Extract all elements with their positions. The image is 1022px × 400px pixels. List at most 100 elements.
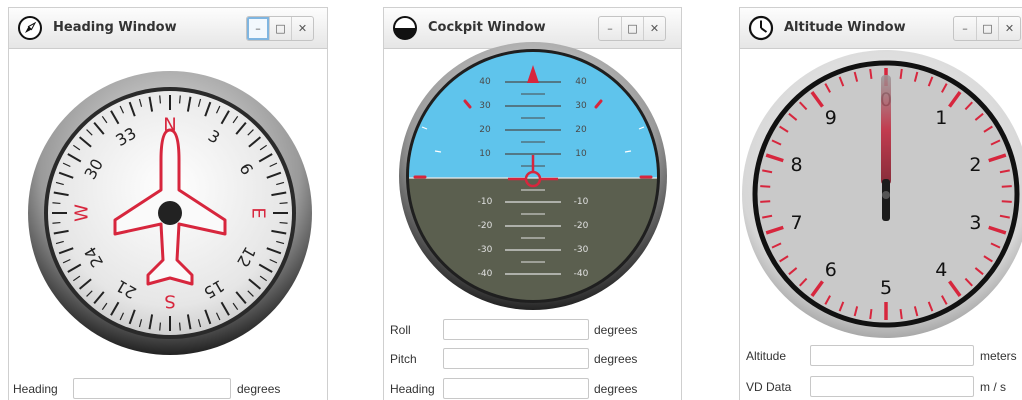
altimeter-tick [760,185,771,188]
altimeter-tick [899,68,903,80]
maximize-button[interactable]: □ [976,17,998,40]
cockpit-heading-label: Heading [390,382,435,396]
cockpit-heading-row: Heading degrees [390,378,680,400]
vd-data-unit-label: m / s [980,380,1006,394]
altitude-window: Altitude Window – □ ✕ 0123456789 [739,7,1022,400]
close-icon: ✕ [297,22,308,35]
compass-tick [279,221,288,224]
maximize-button[interactable]: □ [621,17,643,40]
maximize-button[interactable]: □ [269,17,291,40]
pitch-label: 10 [575,149,587,159]
window-title: Heading Window [53,20,177,35]
minimize-button[interactable]: – [247,17,269,40]
minimize-icon: – [962,22,968,35]
minimize-button[interactable]: – [954,17,976,40]
altimeter-number: 9 [825,107,837,129]
pitch-label: 30 [479,101,491,111]
pitch-label: 10 [479,149,491,159]
compass-label: E [248,207,269,218]
heading-row: Heading degrees [13,378,313,400]
altimeter-number: 6 [825,259,837,281]
pitch-unit-label: degrees [594,352,638,366]
close-button[interactable]: ✕ [643,17,665,40]
altimeter-tick [869,68,873,80]
altimeter-number: 8 [791,154,803,176]
pitch-label: -10 [574,197,589,207]
close-button[interactable]: ✕ [998,17,1020,40]
altimeter-number: 5 [880,277,892,299]
altimeter-number: 2 [969,154,981,176]
altimeter-number: 3 [969,212,981,234]
pitch-input[interactable] [443,348,589,369]
altimeter-tick [899,308,903,320]
pitch-label: 40 [479,77,491,87]
roll-unit-label: degrees [594,323,638,337]
altitude-input[interactable] [810,345,974,366]
attitude-ground [409,178,657,300]
clock-icon [748,15,774,41]
pitch-label: 30 [575,101,587,111]
pitch-label: Pitch [390,352,417,366]
heading-label: Heading [13,382,58,396]
window-buttons: – □ ✕ [246,16,314,41]
attitude-indicator: 40 40 30 30 20 20 10 10 -10 -10 -20 -20 -30 -30 -40 -40 [399,42,667,310]
vd-data-row: VD Data m / s [746,376,1022,398]
close-icon: ✕ [1004,22,1015,35]
cockpit-heading-unit-label: degrees [594,382,638,396]
pitch-label: 20 [479,125,491,135]
heading-unit-label: degrees [237,382,281,396]
title-bar[interactable]: Heading Window – □ ✕ [9,8,327,49]
compass-label: S [164,291,175,312]
compass-tick [279,202,288,205]
altimeter-tick [1001,185,1012,188]
window-buttons: – □ ✕ [953,16,1021,41]
altimeter-needle-short [882,179,890,221]
pitch-row: Pitch degrees [390,348,680,370]
pitch-label: -40 [478,269,493,279]
close-button[interactable]: ✕ [291,17,313,40]
pitch-label: -30 [478,245,493,255]
compass-icon [18,16,42,40]
pitch-label: 40 [575,77,587,87]
maximize-icon: □ [275,22,286,35]
maximize-icon: □ [627,22,638,35]
altitude-unit-label: meters [980,349,1017,363]
altimeter-tick [1001,200,1012,203]
attitude-icon [393,16,417,40]
altimeter-gauge: 0123456789 [742,50,1022,338]
cockpit-window: Cockpit Window – □ ✕ 40 40 30 30 20 20 10 10 -10… [383,7,682,400]
heading-window: Heading Window – □ ✕ N 3 6 E 12 15 S 21 24 W 30 33 [8,7,328,400]
pitch-label: -10 [478,197,493,207]
pitch-label: -40 [574,269,589,279]
compass-tick [178,95,181,104]
altimeter-tick [869,308,873,320]
compass-tick [159,95,162,104]
altimeter-tick [760,200,771,203]
roll-label: Roll [390,323,411,337]
compass-tick [178,322,181,331]
minimize-icon: – [607,22,613,35]
altimeter-number: 4 [935,259,947,281]
vd-data-input[interactable] [810,376,974,397]
vd-data-label: VD Data [746,380,792,394]
altitude-label: Altitude [746,349,787,363]
compass-tick [52,221,61,224]
minimize-button[interactable]: – [599,17,621,40]
altimeter-number: 1 [935,107,947,129]
altimeter-needle-long [881,75,891,185]
window-title: Cockpit Window [428,20,546,35]
maximize-icon: □ [982,22,993,35]
window-title: Altitude Window [784,20,906,35]
close-icon: ✕ [649,22,660,35]
altimeter-number: 7 [791,212,803,234]
compass-tick [159,322,162,331]
compass-label: W [72,204,93,222]
altitude-row: Altitude meters [746,345,1022,367]
pitch-label: -20 [478,221,493,231]
roll-input[interactable] [443,319,589,340]
pitch-label: 20 [575,125,587,135]
pitch-label: -30 [574,245,589,255]
title-bar[interactable]: Altitude Window – □ ✕ [740,8,1022,49]
cockpit-heading-input[interactable] [443,378,589,399]
heading-input[interactable] [73,378,231,399]
